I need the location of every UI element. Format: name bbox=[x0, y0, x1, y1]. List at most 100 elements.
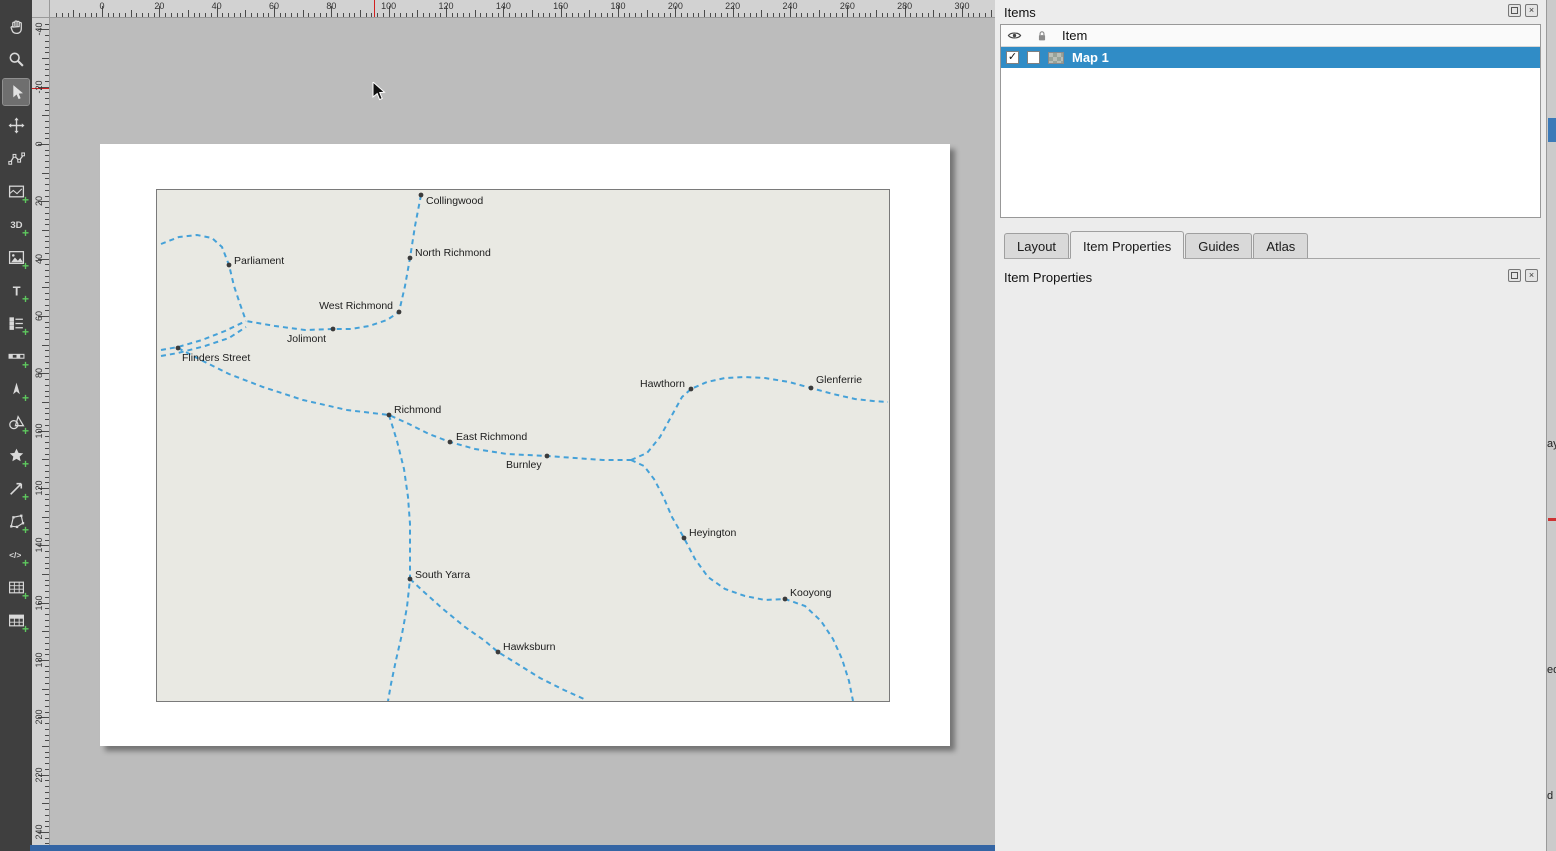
move-arrows-icon bbox=[8, 117, 25, 134]
ruler-label: 80 bbox=[34, 359, 44, 387]
ruler-label: 240 bbox=[778, 1, 802, 11]
ruler-label: 200 bbox=[34, 703, 44, 731]
rail-line-glen-waverley-south bbox=[631, 460, 853, 701]
visibility-checkbox[interactable]: ✓ bbox=[1006, 51, 1019, 64]
add-map-button[interactable] bbox=[3, 178, 29, 204]
item-row-label: Map 1 bbox=[1072, 50, 1109, 65]
add-legend-button[interactable] bbox=[3, 310, 29, 336]
add-label-button[interactable] bbox=[3, 277, 29, 303]
clipped-red-mark bbox=[1548, 518, 1556, 521]
cursor-position-marker-h bbox=[374, 0, 375, 18]
ruler-label: 40 bbox=[205, 1, 229, 11]
add-scalebar-button[interactable] bbox=[3, 343, 29, 369]
add-marker-button[interactable] bbox=[3, 442, 29, 468]
station-dot bbox=[682, 536, 687, 541]
add-node-item-button[interactable] bbox=[3, 508, 29, 534]
edit-nodes-tool-button[interactable] bbox=[3, 145, 29, 171]
ruler-label: 140 bbox=[34, 531, 44, 559]
arrow-icon bbox=[8, 480, 25, 497]
3d-map-icon bbox=[8, 216, 25, 233]
clipped-text-fragment: ed bbox=[1547, 664, 1556, 676]
html-icon bbox=[8, 546, 25, 563]
station-label: Richmond bbox=[394, 404, 441, 416]
station-dot bbox=[176, 346, 181, 351]
station-label: Hawthorn bbox=[640, 378, 685, 390]
tab-atlas[interactable]: Atlas bbox=[1253, 233, 1308, 258]
station-dot bbox=[419, 193, 424, 198]
ruler-label: 60 bbox=[34, 302, 44, 330]
tab-layout[interactable]: Layout bbox=[1004, 233, 1069, 258]
tab-guides[interactable]: Guides bbox=[1185, 233, 1252, 258]
node-item-icon bbox=[8, 513, 25, 530]
station-label: Kooyong bbox=[790, 587, 832, 599]
ruler-label: 120 bbox=[34, 474, 44, 502]
ruler-label: 240 bbox=[34, 818, 44, 846]
ruler-label: 200 bbox=[663, 1, 687, 11]
float-panel-icon[interactable] bbox=[1508, 4, 1521, 17]
station-label: Flinders Street bbox=[182, 352, 250, 364]
station-label: Parliament bbox=[234, 255, 284, 267]
station-dot bbox=[227, 263, 232, 268]
pan-tool-button[interactable] bbox=[3, 13, 29, 39]
map-icon bbox=[8, 183, 25, 200]
ruler-label: 120 bbox=[434, 1, 458, 11]
ruler-label: 20 bbox=[147, 1, 171, 11]
item-row-map1[interactable]: ✓ Map 1 bbox=[1001, 47, 1540, 68]
add-arrow-button[interactable] bbox=[3, 475, 29, 501]
item-properties-titlebar: Item Properties × bbox=[995, 265, 1546, 289]
ruler-label: 20 bbox=[34, 187, 44, 215]
add-shape-button[interactable] bbox=[3, 409, 29, 435]
zoom-tool-button[interactable] bbox=[3, 46, 29, 72]
window-bottom-edge bbox=[30, 845, 995, 851]
select-move-item-tool-button[interactable] bbox=[3, 79, 29, 105]
edit-nodes-icon bbox=[8, 150, 25, 167]
scalebar-icon bbox=[8, 348, 25, 365]
close-panel-icon[interactable]: × bbox=[1525, 269, 1538, 282]
pan-hand-icon bbox=[8, 18, 25, 35]
item-column-header: Item bbox=[1062, 28, 1087, 43]
station-dot bbox=[387, 413, 392, 418]
rail-line-south-yarra-south bbox=[388, 415, 410, 701]
add-attribute-table-button[interactable] bbox=[3, 574, 29, 600]
add-picture-button[interactable] bbox=[3, 244, 29, 270]
ruler-label: 0 bbox=[90, 1, 114, 11]
clipped-panel-edge: ay ed d bbox=[1546, 0, 1556, 851]
magnifier-icon bbox=[8, 51, 25, 68]
cursor-arrow-icon bbox=[8, 84, 25, 101]
ruler-label: 220 bbox=[34, 761, 44, 789]
station-label: Jolimont bbox=[287, 333, 326, 345]
horizontal-ruler: 0204060801001201401601802002202402602803… bbox=[50, 0, 995, 18]
float-panel-icon[interactable] bbox=[1508, 269, 1521, 282]
ruler-label: 180 bbox=[606, 1, 630, 11]
lock-checkbox[interactable] bbox=[1027, 51, 1040, 64]
ruler-label: 60 bbox=[262, 1, 286, 11]
railway-map: CollingwoodNorth RichmondParliamentWest … bbox=[157, 190, 889, 701]
ruler-label: 220 bbox=[721, 1, 745, 11]
add-3d-map-button[interactable] bbox=[3, 211, 29, 237]
rail-line-hawksburn-southeast bbox=[410, 579, 584, 699]
items-tree-header: Item bbox=[1001, 25, 1540, 47]
close-panel-icon[interactable]: × bbox=[1525, 4, 1538, 17]
ruler-label: -40 bbox=[34, 18, 44, 43]
add-north-arrow-button[interactable] bbox=[3, 376, 29, 402]
add-fixed-table-button[interactable] bbox=[3, 607, 29, 633]
ruler-corner bbox=[32, 0, 50, 18]
items-panel-titlebar: Items × bbox=[995, 0, 1546, 24]
item-properties-title: Item Properties bbox=[1004, 270, 1092, 285]
map-item[interactable]: CollingwoodNorth RichmondParliamentWest … bbox=[156, 189, 890, 702]
ruler-label: 80 bbox=[319, 1, 343, 11]
items-panel-title: Items bbox=[1004, 5, 1036, 20]
items-panel: Items × Item ✓ Map 1 bbox=[995, 0, 1546, 218]
right-dock: Items × Item ✓ Map 1 bbox=[995, 0, 1546, 851]
station-label: South Yarra bbox=[415, 569, 470, 581]
station-label: Glenferrie bbox=[816, 374, 862, 386]
ruler-label: 140 bbox=[491, 1, 515, 11]
add-html-button[interactable] bbox=[3, 541, 29, 567]
tab-item-properties[interactable]: Item Properties bbox=[1070, 231, 1184, 259]
attribute-table-icon bbox=[8, 579, 25, 596]
layout-canvas[interactable]: CollingwoodNorth RichmondParliamentWest … bbox=[50, 18, 995, 851]
star-marker-icon bbox=[8, 447, 25, 464]
move-item-content-tool-button[interactable] bbox=[3, 112, 29, 138]
ruler-label: -20 bbox=[34, 73, 44, 101]
station-dot bbox=[408, 577, 413, 582]
